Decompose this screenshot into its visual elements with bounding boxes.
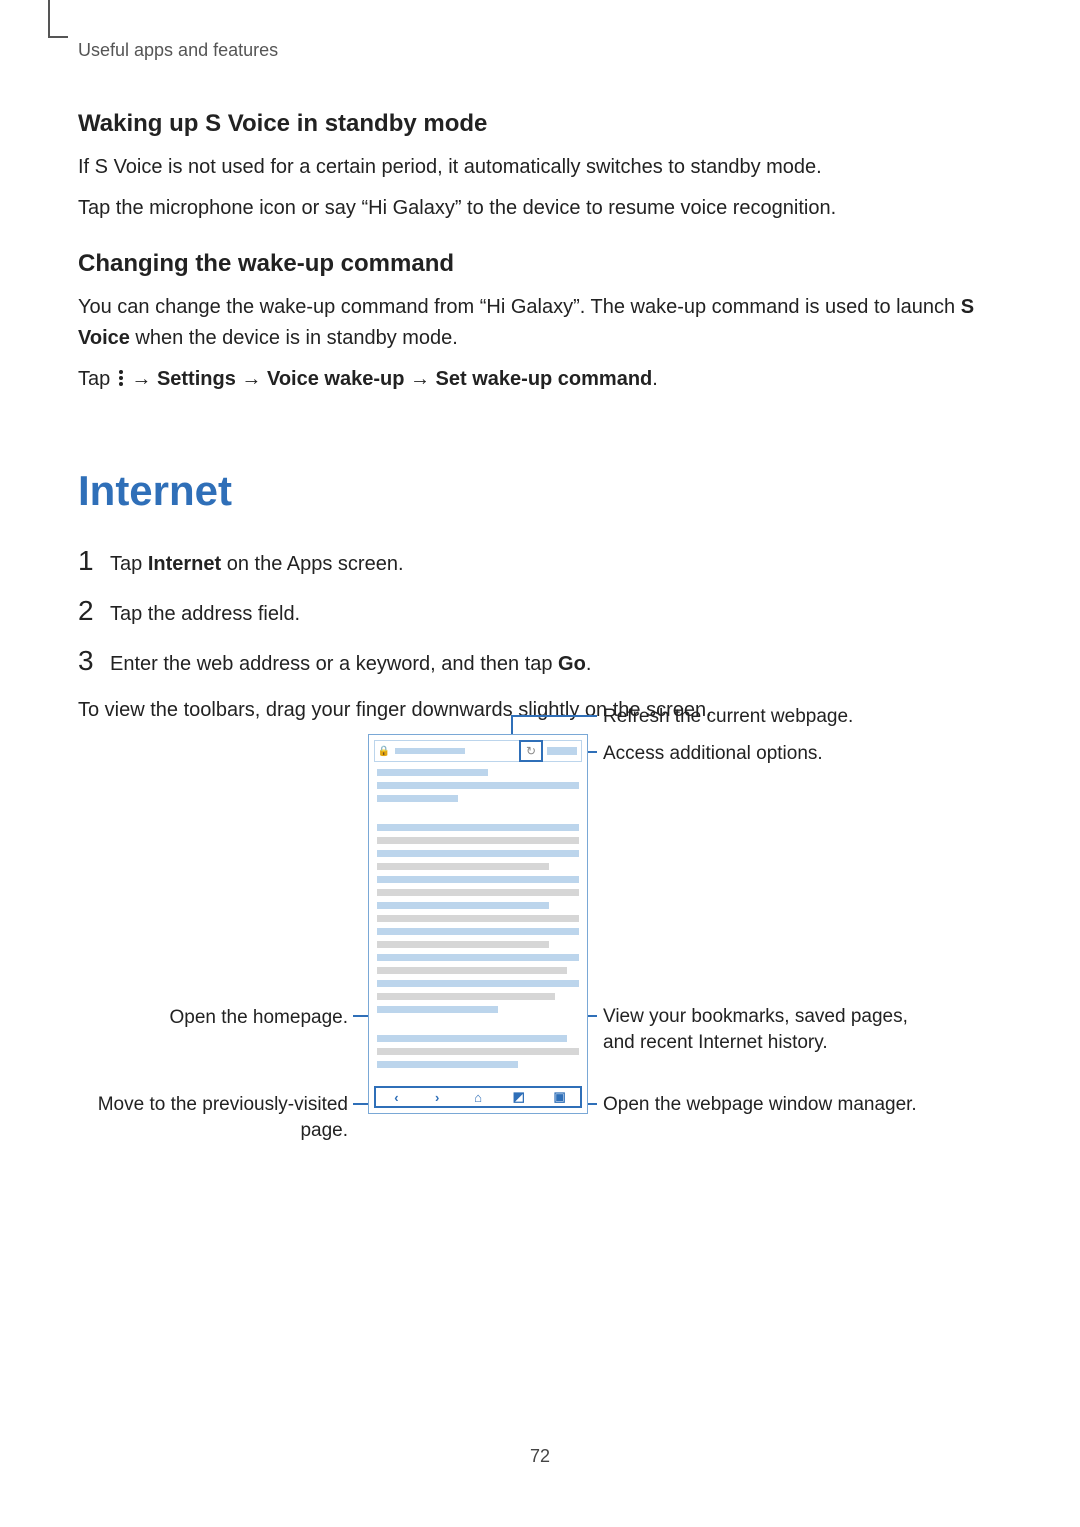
step-text: Tap the address field. (110, 599, 300, 629)
step-number: 1 (78, 545, 110, 577)
text-settings-bold: Settings (157, 368, 236, 390)
back-button[interactable]: ‹ (376, 1088, 417, 1106)
text-voice-wakeup-bold: Voice wake-up (267, 368, 404, 390)
page-content: Waking up S Voice in standby mode If S V… (78, 110, 1008, 736)
para-wakeup-path: Tap → Settings → Voice wake-up → Set wak… (78, 364, 1008, 397)
callout-refresh: Refresh the current webpage. (603, 704, 933, 730)
more-options-icon (118, 366, 124, 397)
breadcrumb: Useful apps and features (78, 40, 278, 61)
phone-mock: 🔒 ↻ (368, 734, 588, 1114)
steps-list: 1 Tap Internet on the Apps screen. 2 Tap… (78, 545, 1008, 679)
step-item: 3 Enter the web address or a keyword, an… (78, 645, 1008, 679)
text-fragment: Enter the web address or a keyword, and … (110, 653, 558, 675)
address-bar[interactable]: 🔒 ↻ (374, 740, 582, 762)
text-set-wakeup-bold: Set wake-up command (436, 368, 653, 390)
chevron-right-icon: › (435, 1090, 439, 1105)
callout-line (511, 715, 597, 717)
callout-more-options: Access additional options. (603, 741, 933, 767)
para-svoice-standby: If S Voice is not used for a certain per… (78, 152, 1008, 183)
heading-change-wakeup: Changing the wake-up command (78, 250, 1008, 278)
text-fragment: . (586, 653, 592, 675)
home-button[interactable]: ⌂ (458, 1088, 499, 1106)
bookmark-icon: ◩ (513, 1089, 525, 1105)
callout-back: Move to the previously-visited page. (78, 1092, 348, 1143)
more-options-button[interactable] (547, 747, 577, 755)
step-number: 3 (78, 645, 110, 677)
refresh-icon: ↻ (526, 744, 536, 758)
para-change-wakeup-desc: You can change the wake-up command from … (78, 292, 1008, 354)
windows-button[interactable]: ▣ (539, 1088, 580, 1106)
home-icon: ⌂ (474, 1090, 482, 1105)
manual-page: Useful apps and features Waking up S Voi… (0, 0, 1080, 1527)
page-corner-bracket (48, 0, 68, 38)
step-text: Enter the web address or a keyword, and … (110, 649, 591, 679)
chevron-left-icon: ‹ (394, 1090, 398, 1105)
forward-button[interactable]: › (417, 1088, 458, 1106)
lock-icon: 🔒 (375, 746, 393, 757)
para-svoice-resume: Tap the microphone icon or say “Hi Galax… (78, 193, 1008, 224)
text-arrow: → (236, 368, 267, 390)
text-go-bold: Go (558, 653, 586, 675)
text-dot: . (652, 368, 658, 390)
callout-line (353, 1103, 368, 1105)
text-arrow: → (404, 368, 435, 390)
callout-line (353, 1015, 368, 1017)
step-number: 2 (78, 595, 110, 627)
bookmarks-button[interactable]: ◩ (498, 1088, 539, 1106)
step-text: Tap Internet on the Apps screen. (110, 549, 404, 579)
text-tap: Tap (78, 368, 116, 390)
address-placeholder (393, 748, 519, 754)
windows-icon: ▣ (553, 1089, 565, 1105)
text-fragment: You can change the wake-up command from … (78, 296, 961, 318)
page-content-blur (377, 769, 579, 1085)
step-item: 2 Tap the address field. (78, 595, 1008, 629)
browser-toolbar: ‹ › ⌂ ◩ ▣ (374, 1086, 582, 1108)
heading-internet: Internet (78, 467, 1008, 515)
callout-window-manager: Open the webpage window manager. (603, 1092, 933, 1118)
callout-bookmarks: View your bookmarks, saved pages, and re… (603, 1004, 933, 1055)
refresh-button[interactable]: ↻ (519, 740, 543, 762)
page-number: 72 (0, 1446, 1080, 1467)
text-fragment: on the Apps screen. (221, 553, 403, 575)
callout-home: Open the homepage. (118, 1005, 348, 1031)
browser-figure: Refresh the current webpage. Access addi… (78, 698, 1008, 1178)
text-arrow: → (131, 368, 157, 390)
text-fragment: when the device is in standby mode. (130, 327, 458, 349)
heading-waking-svoice: Waking up S Voice in standby mode (78, 110, 1008, 138)
text-internet-bold: Internet (148, 553, 221, 575)
step-item: 1 Tap Internet on the Apps screen. (78, 545, 1008, 579)
text-fragment: Tap (110, 553, 148, 575)
